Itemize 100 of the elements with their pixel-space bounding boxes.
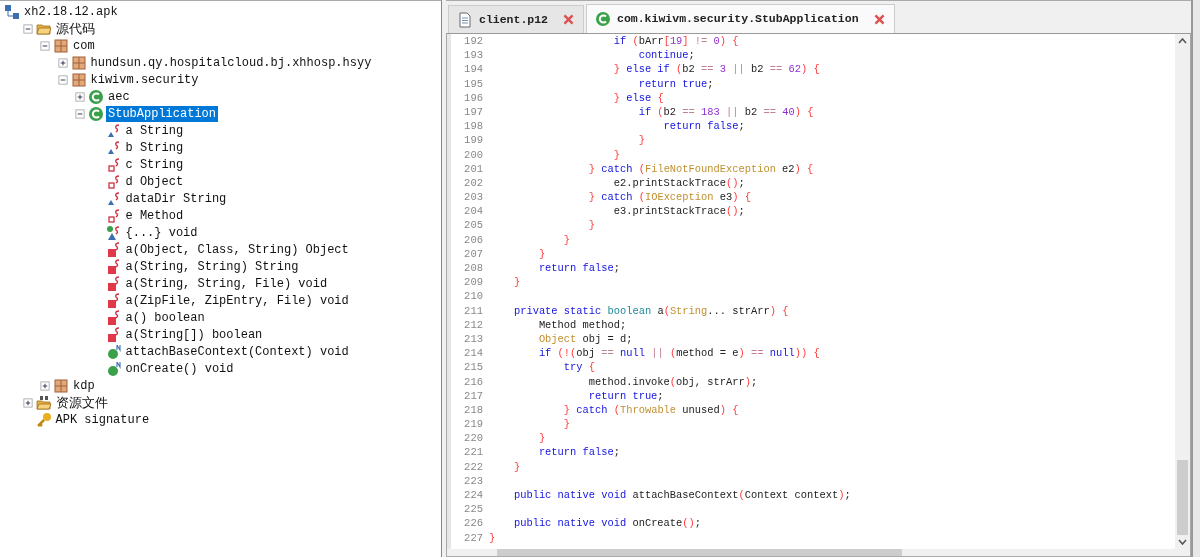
scrollbar-thumb[interactable] xyxy=(1177,460,1188,535)
line-number: 204 xyxy=(463,204,484,219)
tree-item[interactable]: onCreate() void xyxy=(123,360,236,377)
line-number: 205 xyxy=(463,218,484,233)
line-number: 206 xyxy=(463,232,484,247)
collapse-icon[interactable] xyxy=(39,39,51,52)
line-number: 210 xyxy=(463,289,484,304)
tree-item[interactable]: hundsun.qy.hospitalcloud.bj.xhhosp.hsyy xyxy=(88,54,374,71)
code-line: if (bArr[19] != 0) { xyxy=(612,34,739,49)
code-line: } xyxy=(512,275,521,290)
horizontal-scrollbar[interactable] xyxy=(447,549,1190,556)
native-method-icon xyxy=(105,360,122,377)
code-line: public native void attachBaseContext(Context context); xyxy=(512,488,851,503)
package-icon xyxy=(53,37,69,54)
code-line: } xyxy=(587,218,595,233)
code-line: return true; xyxy=(637,76,714,91)
line-number: 209 xyxy=(463,275,484,290)
line-number: 217 xyxy=(463,388,484,403)
code-line: } xyxy=(537,431,546,446)
method-icon xyxy=(105,241,122,258)
code-line: private static boolean a(String... strArr) { xyxy=(512,303,789,318)
line-number: 202 xyxy=(463,175,484,191)
tree-item[interactable]: kdp xyxy=(71,377,97,394)
tree-item[interactable]: xh2.18.12.apk xyxy=(22,3,120,20)
code-line: e2.printStackTrace(); xyxy=(612,175,745,191)
tree-item[interactable]: {...} void xyxy=(123,224,200,241)
expand-icon[interactable] xyxy=(74,90,86,103)
code-line: } xyxy=(489,530,496,545)
collapse-icon[interactable] xyxy=(21,22,34,35)
expand-icon[interactable] xyxy=(39,379,51,392)
package-icon xyxy=(70,71,87,88)
line-number: 214 xyxy=(463,346,484,361)
code-line: } xyxy=(562,417,571,432)
line-number: 212 xyxy=(463,317,484,332)
tree-item[interactable]: a(ZipFile, ZipEntry, File) void xyxy=(123,292,351,309)
scrollbar-thumb[interactable] xyxy=(497,549,902,556)
editor-tab[interactable]: com.kiwivm.security.StubApplication xyxy=(586,4,895,33)
line-number: 219 xyxy=(463,417,484,432)
field-icon xyxy=(105,139,122,156)
line-number: 198 xyxy=(463,119,484,134)
line-number: 192 xyxy=(463,34,484,49)
tree-item[interactable]: StubApplication xyxy=(106,105,219,122)
code-line: } xyxy=(537,246,546,261)
code-line: if (!(obj == null || (method = e) == null)) { xyxy=(537,346,820,361)
line-number: 218 xyxy=(463,402,484,418)
close-icon[interactable] xyxy=(562,13,575,26)
line-number: 215 xyxy=(463,360,484,375)
field-icon xyxy=(105,207,122,224)
tree-item[interactable]: d Object xyxy=(123,173,186,190)
tree-item[interactable]: APK signature xyxy=(53,411,152,428)
method-icon xyxy=(105,275,122,292)
expand-icon[interactable] xyxy=(56,56,69,69)
line-number: 207 xyxy=(463,246,484,261)
tree-item[interactable]: b String xyxy=(123,139,186,156)
code-line: } xyxy=(512,459,521,474)
code-line: try { xyxy=(562,360,595,375)
tree-item[interactable]: com xyxy=(71,37,97,54)
code-line: e3.printStackTrace(); xyxy=(612,204,745,219)
tree-item[interactable]: dataDir String xyxy=(123,190,229,207)
tree-item[interactable]: attachBaseContext(Context) void xyxy=(123,343,351,360)
code-line: return true; xyxy=(587,388,664,403)
line-number: 220 xyxy=(463,431,484,446)
tree-item[interactable]: aec xyxy=(106,88,132,105)
method-icon xyxy=(105,309,122,326)
code-line: Object obj = d; xyxy=(537,331,633,347)
tree-item[interactable]: 资源文件 xyxy=(53,394,110,411)
line-number: 222 xyxy=(463,459,484,474)
tree-item[interactable]: a(String, String) String xyxy=(123,258,301,275)
tree-item[interactable]: a() boolean xyxy=(123,309,207,326)
tree-item[interactable]: a(Object, Class, String) Object xyxy=(123,241,351,258)
tree-item[interactable]: e Method xyxy=(123,207,186,224)
line-number: 193 xyxy=(463,48,484,63)
code-line: } xyxy=(612,147,620,162)
expand-icon[interactable] xyxy=(21,396,34,409)
tree-item[interactable]: c String xyxy=(123,156,186,173)
close-icon[interactable] xyxy=(872,12,886,26)
key-icon xyxy=(35,411,52,428)
tree-item[interactable]: a String xyxy=(123,122,186,139)
network-icon xyxy=(4,3,20,20)
field-icon xyxy=(105,173,122,190)
line-number: 224 xyxy=(463,488,484,503)
line-number: 225 xyxy=(463,502,484,517)
line-number: 211 xyxy=(463,303,484,318)
class-icon xyxy=(88,88,104,105)
collapse-icon[interactable] xyxy=(74,107,86,120)
editor-tab[interactable]: client.p12 xyxy=(448,5,584,33)
code-line: } catch (FileNotFoundException e2) { xyxy=(587,161,814,176)
line-number: 199 xyxy=(463,133,484,148)
vertical-scrollbar[interactable] xyxy=(1175,34,1190,549)
line-number: 203 xyxy=(463,190,484,205)
class-icon xyxy=(88,105,104,122)
code-line: } catch (Throwable unused) { xyxy=(562,402,739,418)
collapse-icon[interactable] xyxy=(56,73,69,86)
tree-item[interactable]: a(String, String, File) void xyxy=(123,275,330,292)
method-icon xyxy=(105,292,122,309)
tree-item[interactable]: 源代码 xyxy=(53,20,97,37)
line-number: 194 xyxy=(463,62,484,77)
tree-item[interactable]: kiwivm.security xyxy=(88,71,201,88)
package-icon xyxy=(53,377,69,394)
tree-item[interactable]: a(String[]) boolean xyxy=(123,326,265,343)
